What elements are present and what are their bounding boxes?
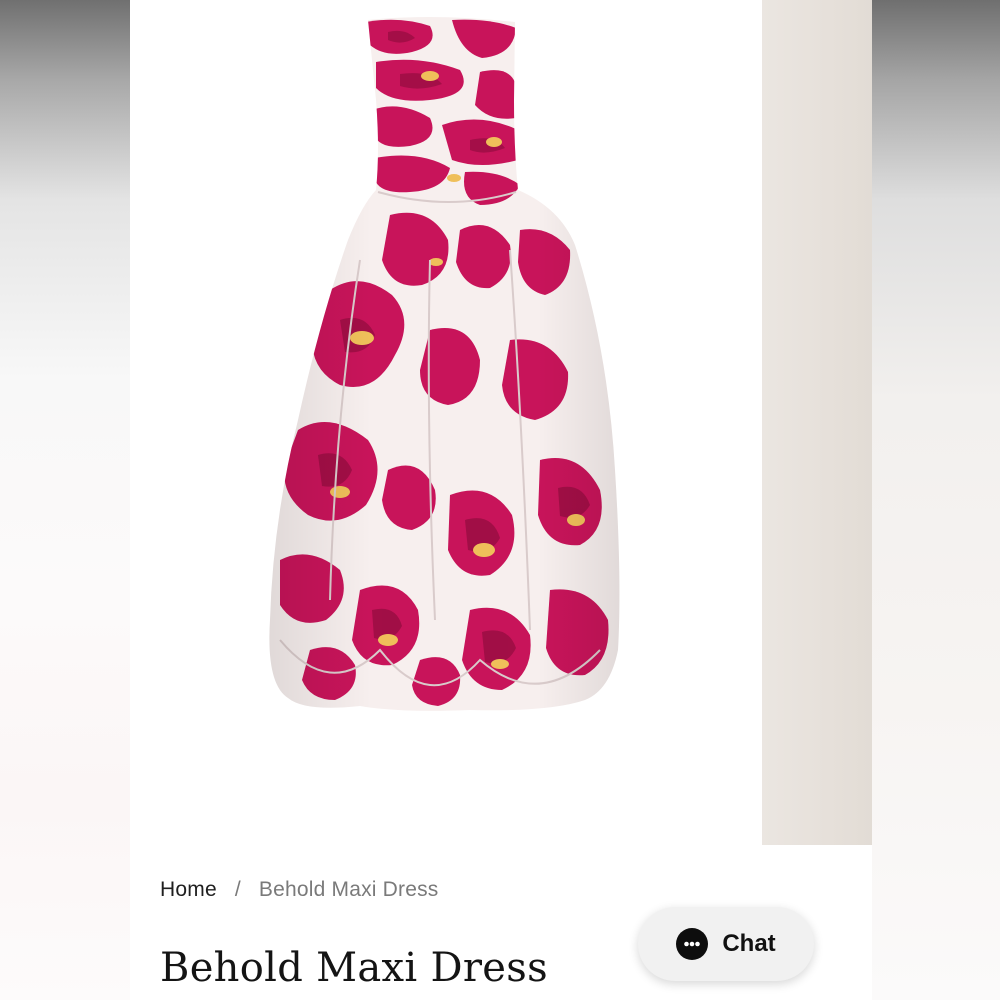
product-page: Home / Behold Maxi Dress Behold Maxi Dre… [130,0,872,1000]
breadcrumb-current: Behold Maxi Dress [258,878,439,901]
blurred-right-border [872,0,1000,1000]
breadcrumb-separator: / [234,878,241,901]
product-image[interactable] [130,0,762,845]
chat-label: Chat [722,930,776,957]
next-product-image-peek[interactable] [762,0,872,845]
chat-bubble-icon [676,928,709,960]
breadcrumb: Home / Behold Maxi Dress [160,878,439,902]
dress-image [269,16,620,711]
chat-button[interactable]: Chat [638,907,814,981]
product-title: Behold Maxi Dress [160,945,548,991]
breadcrumb-home-link[interactable]: Home [160,878,217,902]
blurred-left-border [0,0,130,1000]
